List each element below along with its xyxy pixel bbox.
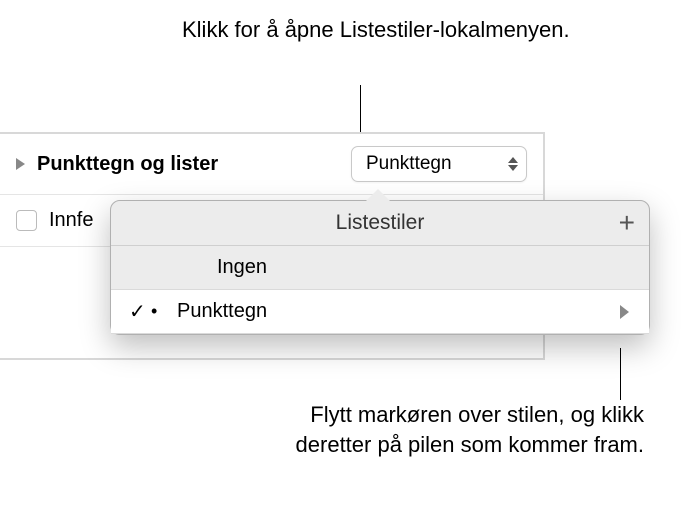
chevron-right-icon[interactable]	[620, 305, 629, 319]
list-style-dropdown[interactable]: Punkttegn	[351, 146, 527, 182]
dropdown-value: Punkttegn	[366, 153, 452, 175]
chevron-up-down-icon	[508, 157, 518, 171]
indent-label: Innfe	[49, 209, 93, 232]
style-item-none[interactable]: Ingen	[111, 246, 649, 290]
bullets-lists-row[interactable]: Punkttegn og lister Punkttegn	[0, 134, 543, 195]
callout-bottom-text: Flytt markøren over stilen, og klikk der…	[234, 400, 644, 459]
list-styles-popover: Listestiler + Ingen ✓ • Punkttegn	[110, 200, 650, 335]
section-label: Punkttegn og lister	[37, 153, 341, 176]
style-name-none: Ingen	[169, 256, 631, 279]
indent-checkbox[interactable]	[16, 210, 37, 231]
add-style-button[interactable]: +	[619, 209, 635, 237]
checkmark-icon: ✓	[129, 299, 151, 324]
style-name-bullet: Punkttegn	[169, 300, 620, 323]
bullet-icon: •	[151, 301, 169, 322]
callout-leader-line-top	[360, 85, 361, 133]
disclosure-triangle-icon[interactable]	[16, 158, 25, 170]
style-item-bullet[interactable]: ✓ • Punkttegn	[111, 290, 649, 334]
callout-leader-line-bottom	[620, 348, 621, 400]
popover-header: Listestiler +	[111, 201, 649, 246]
callout-top-text: Klikk for å åpne Listestiler-lokalmenyen…	[182, 15, 570, 45]
popover-title: Listestiler	[336, 211, 425, 235]
